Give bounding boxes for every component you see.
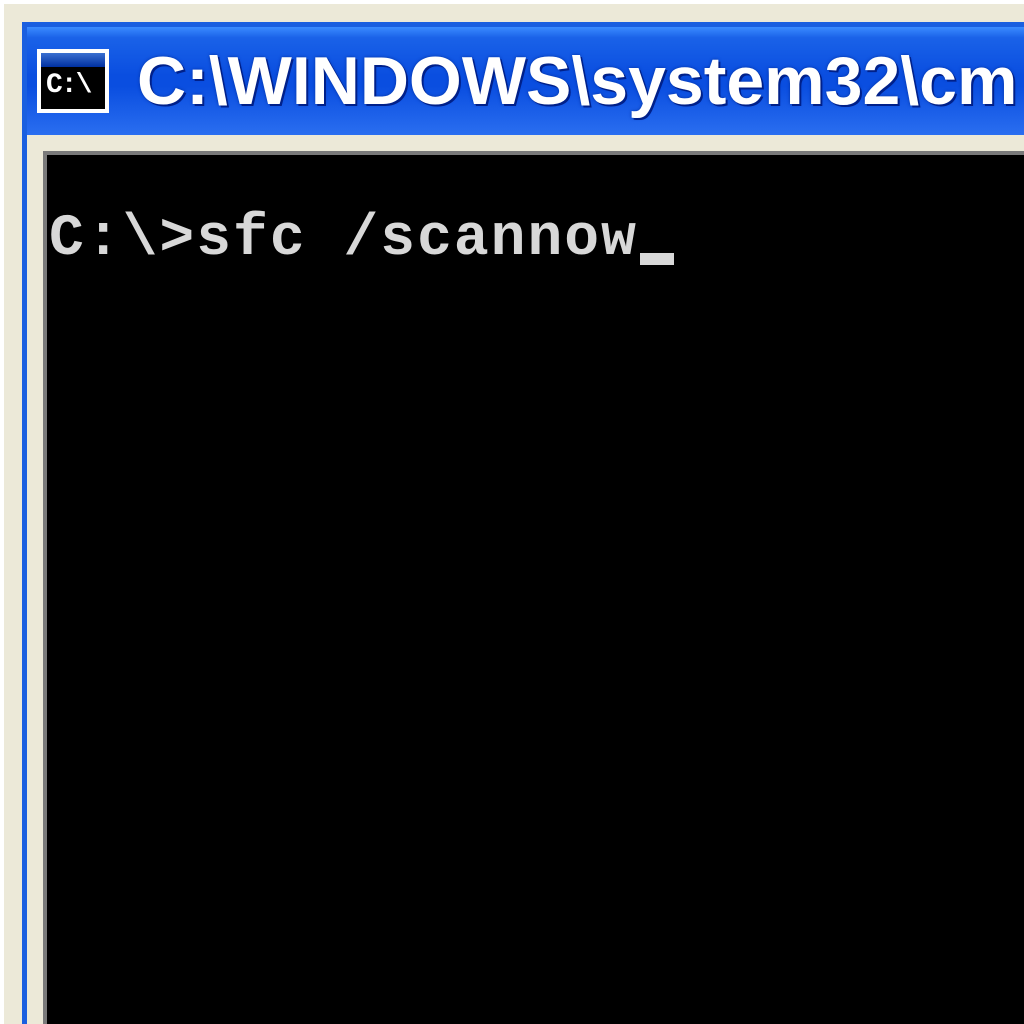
window-client-area: C:\>sfc /scannow xyxy=(27,135,1024,1024)
desktop-background: C:\ C:\WINDOWS\system32\cm C:\>sfc /scan… xyxy=(0,0,1024,1024)
window-title: C:\WINDOWS\system32\cm xyxy=(137,42,1017,120)
command-text: sfc /scannow xyxy=(196,211,638,269)
console-output[interactable]: C:\>sfc /scannow xyxy=(43,151,1024,1024)
text-cursor xyxy=(640,253,674,265)
cmd-window: C:\ C:\WINDOWS\system32\cm C:\>sfc /scan… xyxy=(22,22,1024,1024)
cmd-icon: C:\ xyxy=(37,49,109,113)
prompt-text: C:\> xyxy=(49,211,196,269)
cmd-icon-label: C:\ xyxy=(46,72,90,100)
title-bar[interactable]: C:\ C:\WINDOWS\system32\cm xyxy=(27,27,1024,135)
command-line: C:\>sfc /scannow xyxy=(49,211,1024,269)
